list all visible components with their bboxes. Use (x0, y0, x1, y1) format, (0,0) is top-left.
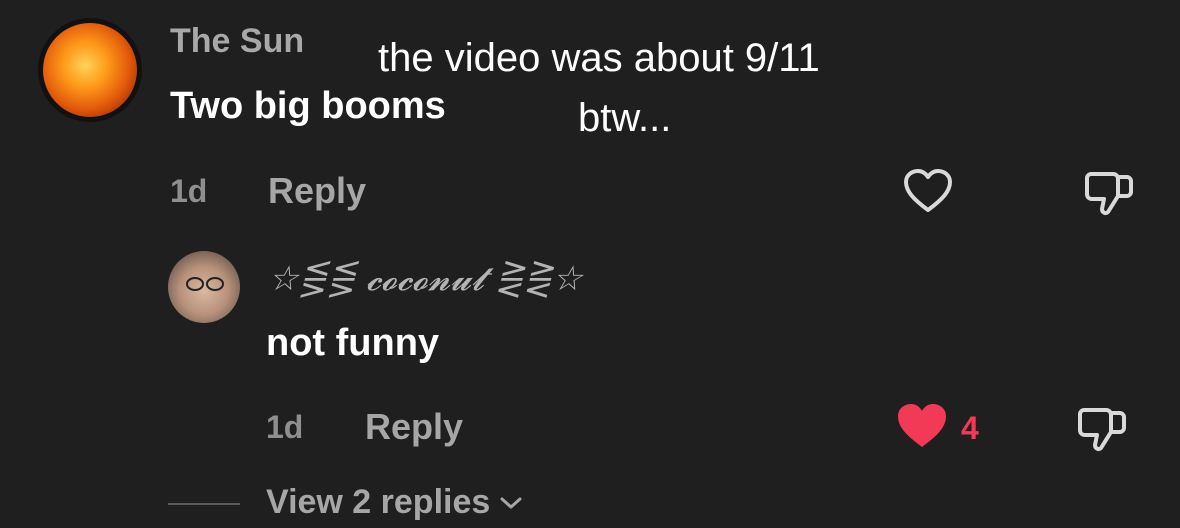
dislike-button[interactable] (1083, 168, 1135, 216)
comment-age: 1d (170, 173, 208, 209)
comment-username[interactable]: The Sun (170, 22, 304, 61)
reply-text: not funny (266, 322, 440, 364)
reply-button[interactable]: Reply (268, 170, 366, 212)
thumbs-down-icon (1085, 172, 1133, 215)
chevron-down-icon (500, 497, 522, 508)
sun-avatar-image (43, 23, 137, 117)
overlay-caption-line2: btw... (578, 96, 672, 140)
reply-reply-button[interactable]: Reply (365, 406, 463, 448)
reply-age: 1d (266, 409, 304, 445)
reply-dislike-button[interactable] (1076, 404, 1128, 452)
like-button[interactable] (903, 168, 953, 214)
avatar[interactable] (38, 18, 142, 122)
view-replies-label: View 2 replies (266, 483, 491, 521)
heart-filled-icon (898, 404, 946, 447)
reply-like-count: 4 (961, 410, 979, 446)
avatar-glasses-right (206, 277, 224, 291)
thread-divider (168, 503, 240, 505)
comment-text: Two big booms (170, 85, 446, 127)
reply-avatar[interactable] (168, 251, 240, 323)
overlay-caption-line1: the video was about 9/11 (378, 36, 820, 80)
reply-like-button[interactable] (896, 402, 948, 450)
avatar-glasses-left (186, 277, 204, 291)
view-replies-button[interactable]: View 2 replies (266, 483, 524, 522)
heart-outline-icon (904, 169, 952, 212)
reply-username[interactable]: ☆⋚⋚ 𝓬𝓸𝓬𝓸𝓷𝓾𝓽 ⋛⋛☆ (268, 259, 582, 299)
thumbs-down-icon (1078, 408, 1126, 451)
